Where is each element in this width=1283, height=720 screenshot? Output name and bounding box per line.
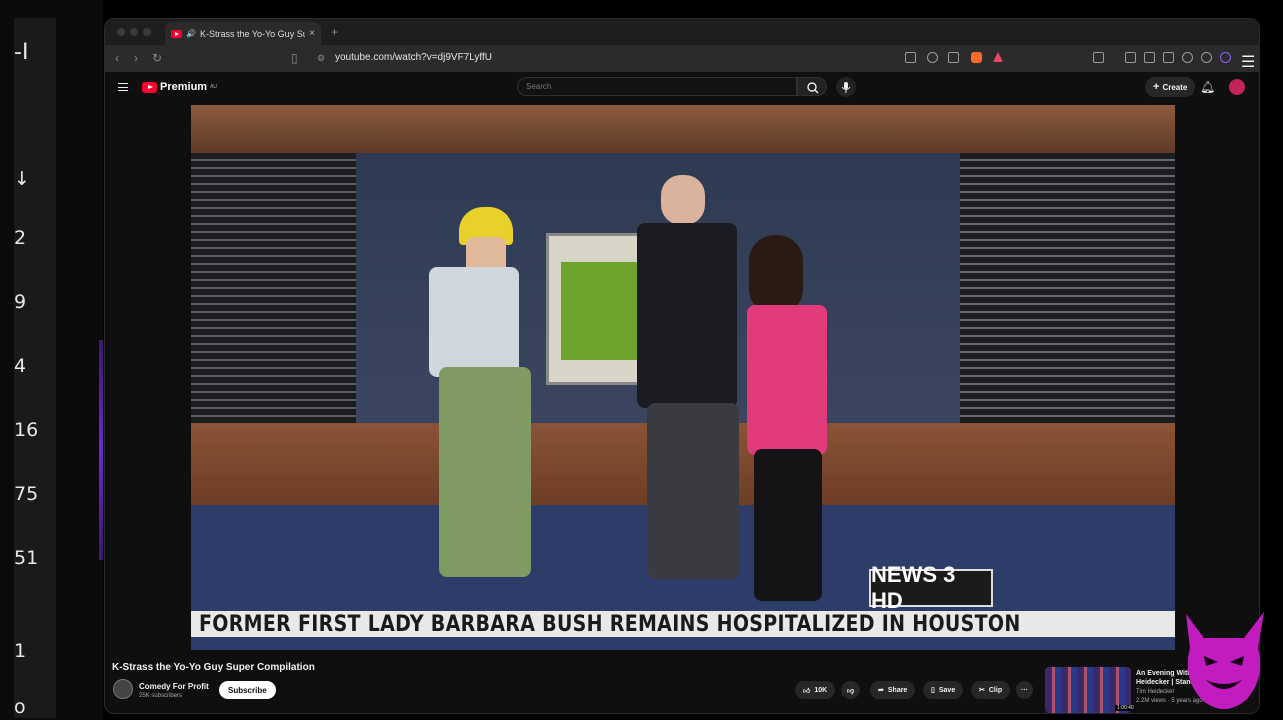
music-icon[interactable] (1125, 52, 1136, 63)
subscribe-button[interactable]: Subscribe (219, 681, 276, 699)
search-button[interactable] (797, 77, 827, 96)
youtube-header: Premium AU Search + Create 🔔︎ (105, 72, 1259, 104)
ticker-text: FORMER FIRST LADY BARBARA BUSH REMAINS H… (199, 611, 1021, 637)
left-value-9: o (14, 696, 26, 718)
left-value-2: 2 (14, 227, 27, 249)
share-page-icon[interactable] (948, 52, 959, 63)
ai-assistant-icon[interactable] (1220, 52, 1231, 63)
browser-window: 🔊 K-Strass the Yo-Yo Guy Su × + ‹ › ↻ ▯ … (104, 18, 1260, 714)
brand-region: AU (210, 84, 218, 90)
like-count: 10K (814, 686, 828, 694)
save-icon: ▯ (931, 687, 935, 694)
background-app-window: -I ↓ 2 9 4 16 75 51 1 o (0, 0, 103, 720)
presenter-pants (439, 367, 531, 577)
channel-avatar[interactable] (113, 679, 133, 699)
anchor-head (661, 175, 705, 225)
url-field[interactable]: youtube.com/watch?v=dj9VF7LyffU (335, 52, 492, 63)
thumbs-up-icon: 👍︎ (803, 687, 811, 695)
site-info-icon[interactable]: ⚙ (317, 53, 325, 64)
video-title: K-Strass the Yo-Yo Guy Super Compilation (112, 662, 315, 673)
brave-rewards-icon[interactable] (993, 52, 1003, 62)
recommended-channel: Tim Heidecker (1136, 689, 1175, 695)
woman-hair (749, 235, 803, 315)
sidebar-icon[interactable] (1093, 52, 1104, 63)
more-actions-button[interactable]: ··· (1016, 681, 1033, 699)
scissors-icon: ✂ (979, 687, 985, 694)
anchor-suit (637, 223, 737, 408)
tab-bar: 🔊 K-Strass the Yo-Yo Guy Su × + (105, 19, 1259, 45)
studio-blinds-right (960, 153, 1175, 423)
anchor-trousers (647, 403, 739, 579)
reload-icon[interactable]: ↻ (152, 51, 162, 65)
share-label: Share (887, 686, 908, 694)
extensions-icon[interactable] (1182, 52, 1193, 63)
brand-label: Premium (160, 81, 208, 93)
left-value-4: 4 (14, 355, 27, 377)
youtube-favicon-icon (171, 29, 182, 38)
voice-search-button[interactable] (836, 77, 856, 97)
presenter-shirt (429, 267, 519, 377)
news-ticker: FORMER FIRST LADY BARBARA BUSH REMAINS H… (191, 611, 1175, 637)
left-value-7: 51 (14, 547, 39, 569)
thumbs-down-icon: 👎︎ (847, 687, 855, 695)
cast-icon[interactable] (905, 52, 916, 63)
dislike-button[interactable]: 👎︎ (841, 681, 861, 699)
tab-youtube[interactable]: 🔊 K-Strass the Yo-Yo Guy Su × (165, 22, 321, 45)
back-icon[interactable]: ‹ (115, 51, 119, 65)
zoom-icon[interactable] (927, 52, 938, 63)
menu-hamburger-icon[interactable] (118, 83, 128, 91)
vpn-icon[interactable] (1201, 52, 1212, 63)
left-value-0: -I (14, 40, 29, 65)
share-icon: ➦ (878, 687, 884, 694)
reader-icon[interactable] (1144, 52, 1155, 63)
devil-mascot-icon (1186, 612, 1264, 709)
window-close-dot[interactable] (117, 28, 125, 36)
channel-name[interactable]: Comedy For Profit (139, 682, 209, 691)
forward-icon[interactable]: › (134, 51, 138, 65)
clip-button[interactable]: ✂ Clip (971, 681, 1011, 699)
plus-icon: + (1153, 81, 1160, 93)
search-input[interactable]: Search (517, 77, 797, 96)
recommended-duration: 1:00:40 (1115, 705, 1136, 711)
left-value-6: 75 (14, 483, 39, 505)
tab-title: K-Strass the Yo-Yo Guy Su (199, 28, 306, 39)
news-channel-bug: NEWS 3 HD (869, 562, 993, 613)
brave-shield-icon[interactable] (971, 52, 982, 63)
speaker-icon[interactable]: 🔊 (186, 29, 196, 38)
tab-close-icon[interactable]: × (309, 28, 315, 39)
save-label: Save (938, 686, 956, 694)
left-value-3: 9 (14, 291, 27, 313)
share-button[interactable]: ➦ Share (870, 681, 916, 699)
window-minimize-dot[interactable] (130, 28, 138, 36)
left-value-8: 1 (14, 640, 27, 662)
new-tab-button[interactable]: + (331, 25, 338, 39)
studio-blinds-left (191, 153, 356, 433)
like-button[interactable]: 👍︎ 10K (795, 681, 836, 699)
save-button[interactable]: ▯ Save (923, 681, 964, 699)
create-label: Create (1162, 82, 1188, 92)
left-value-1: ↓ (14, 168, 30, 190)
video-player[interactable]: NEWS 3 HD FORMER FIRST LADY BARBARA BUSH… (191, 105, 1175, 650)
create-button[interactable]: + Create (1145, 77, 1196, 97)
channel-subscriber-count: 25K subscribers (139, 693, 183, 699)
bookmark-icon[interactable]: ▯ (291, 51, 298, 65)
menu-icon[interactable]: ☰ (1241, 52, 1255, 71)
clip-label: Clip (988, 686, 1003, 694)
search-icon (807, 82, 819, 94)
notifications-bell-icon[interactable]: 🔔︎ (1200, 80, 1215, 94)
address-toolbar: ‹ › ↻ ▯ ⚙ youtube.com/watch?v=dj9VF7Lyff… (105, 45, 1259, 72)
youtube-logo-icon (142, 81, 157, 93)
background-app-accent (99, 340, 103, 560)
account-avatar[interactable] (1229, 79, 1245, 95)
woman-pink-top (747, 305, 827, 455)
youtube-premium-logo[interactable]: Premium AU (142, 81, 217, 93)
studio-wood-top (191, 105, 1175, 153)
woman-pants (754, 449, 822, 601)
window-zoom-dot[interactable] (143, 28, 151, 36)
wallet-icon[interactable] (1163, 52, 1174, 63)
left-value-5: 16 (14, 419, 39, 441)
microphone-icon (841, 82, 851, 93)
